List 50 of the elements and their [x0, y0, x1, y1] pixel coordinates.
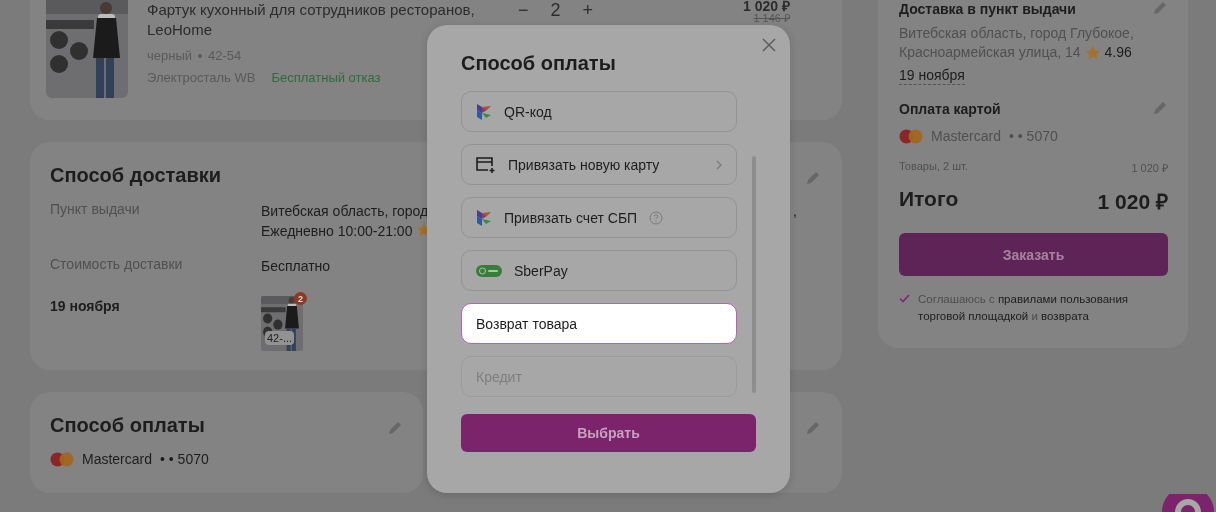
sberpay-icon	[476, 264, 502, 277]
payment-option[interactable]: Возврат товара	[461, 303, 737, 344]
chat-button-icon[interactable]	[1160, 494, 1216, 512]
pickup-hours: Ежедневно 10:00-21:00	[261, 223, 413, 239]
sbp-logo-icon	[476, 102, 492, 121]
total-amount: 1 020 ₽	[1097, 189, 1168, 215]
close-icon[interactable]	[762, 38, 776, 52]
card-number: • • 5070	[160, 451, 209, 467]
edit-icon[interactable]	[1152, 100, 1168, 116]
summary-heading: Доставка в пункт выдачи	[899, 0, 1076, 18]
payment-option[interactable]: Привязать новую карту	[461, 144, 737, 185]
price: 1 020 ₽	[743, 0, 790, 13]
card-name: Mastercard	[82, 451, 153, 467]
summary-heading: Оплата картой	[899, 100, 1001, 118]
count-badge: 2	[294, 292, 307, 305]
return-note: Бесплатный отказ	[271, 70, 381, 85]
payment-option[interactable]: Привязать счет СБП	[461, 197, 737, 238]
edit-icon[interactable]	[387, 420, 403, 436]
payment-option[interactable]: SberPay	[461, 250, 737, 291]
product-title: Фартук кухонный для сотрудников ресторанов,	[147, 0, 475, 20]
delivery-cost: Бесплатно	[261, 257, 331, 276]
address-tail: ,	[793, 202, 797, 221]
pickup-address: Витебская область, город	[261, 202, 429, 221]
delivery-date: 19 ноября	[50, 298, 120, 316]
quantity: 2	[550, 0, 561, 21]
minus-button[interactable]: −	[518, 0, 529, 21]
size-label: 42-...	[265, 331, 295, 345]
order-button[interactable]: Заказать	[899, 233, 1168, 276]
section-title: Способ оплаты	[50, 414, 205, 437]
delivery-date[interactable]: 19 ноября	[899, 66, 965, 85]
card-plus-icon	[476, 156, 496, 173]
brand-name: LeoHome	[147, 20, 214, 40]
star-icon	[1084, 44, 1101, 61]
help-icon[interactable]	[649, 210, 664, 225]
sbp-logo-icon	[476, 208, 492, 227]
section-title: Способ доставки	[50, 164, 221, 187]
mastercard-icon	[899, 128, 923, 144]
edit-icon[interactable]	[805, 170, 821, 186]
mastercard-icon	[50, 451, 74, 467]
total-label: Итого	[899, 187, 959, 212]
check-icon[interactable]	[899, 294, 910, 303]
plus-button[interactable]: +	[582, 0, 594, 21]
payment-option[interactable]: QR-код	[461, 91, 737, 132]
dialog-title: Способ оплаты	[461, 52, 617, 75]
dot-icon	[198, 53, 203, 58]
chevron-icon	[716, 159, 722, 170]
edit-icon[interactable]	[1152, 0, 1168, 16]
edit-icon[interactable]	[805, 420, 821, 436]
select-button[interactable]: Выбрать	[461, 414, 756, 452]
rating: 4.96	[1104, 43, 1132, 62]
